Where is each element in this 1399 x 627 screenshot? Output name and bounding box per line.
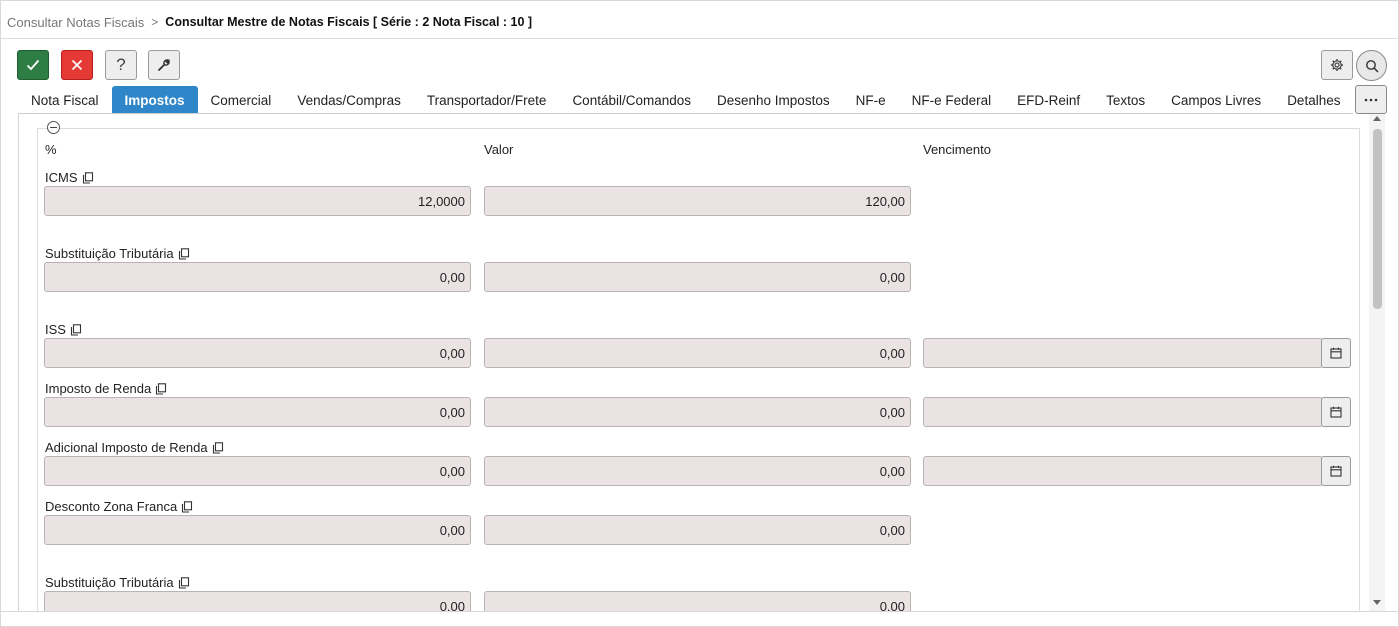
scroll-up-arrow-icon[interactable] (1373, 116, 1381, 121)
search-button[interactable] (1356, 50, 1387, 81)
ir-due-date-field[interactable] (923, 397, 1323, 427)
calendar-icon (1330, 347, 1342, 359)
air-due-date-field[interactable] (923, 456, 1323, 486)
settings-button[interactable] (1321, 50, 1353, 80)
column-header-valor: Valor (484, 142, 514, 157)
field-label-imposto-de-renda: Imposto de Renda (45, 381, 167, 396)
field-label-text: Imposto de Renda (45, 381, 152, 396)
calendar-icon (1330, 406, 1342, 418)
tab-efd-reinf[interactable]: EFD-Reinf (1004, 86, 1093, 114)
copy-icon[interactable] (181, 500, 193, 513)
calendar-icon (1330, 465, 1342, 477)
copy-icon[interactable] (82, 171, 94, 184)
dzf-value-field[interactable]: 0,00 (484, 515, 911, 545)
scroll-down-arrow-icon[interactable] (1373, 600, 1381, 605)
confirm-button[interactable] (17, 50, 49, 80)
search-icon (1365, 59, 1378, 72)
copy-icon[interactable] (70, 323, 82, 336)
field-label-text: Substituição Tributária (45, 575, 174, 590)
ir-value-field[interactable]: 0,00 (484, 397, 911, 427)
field-label-substituicao-tributaria-2: Substituição Tributária (45, 575, 190, 590)
tab-comercial[interactable]: Comercial (198, 86, 285, 114)
tab-textos[interactable]: Textos (1093, 86, 1158, 114)
impostos-panel: % Valor Vencimento ICMS 12,0000 120,00 S… (18, 114, 1369, 611)
tab-nfe-federal[interactable]: NF-e Federal (899, 86, 1005, 114)
st-value-field[interactable]: 0,00 (484, 262, 911, 292)
tools-button[interactable] (148, 50, 180, 80)
field-label-text: ISS (45, 322, 66, 337)
tab-contabil-comandos[interactable]: Contábil/Comandos (559, 86, 704, 114)
iss-value-field[interactable]: 0,00 (484, 338, 911, 368)
tab-campos-livres[interactable]: Campos Livres (1158, 86, 1274, 114)
field-label-text: Adicional Imposto de Renda (45, 440, 208, 455)
iss-calendar-button[interactable] (1321, 338, 1351, 368)
bottom-divider (1, 611, 1398, 612)
field-label-text: Desconto Zona Franca (45, 499, 178, 514)
tab-vendas-compras[interactable]: Vendas/Compras (284, 86, 414, 114)
field-label-adicional-imposto-de-renda: Adicional Imposto de Renda (45, 440, 224, 455)
tab-bar: Nota Fiscal Impostos Comercial Vendas/Co… (18, 86, 1353, 114)
check-icon (26, 59, 40, 71)
copy-icon[interactable] (212, 441, 224, 454)
copy-icon[interactable] (178, 576, 190, 589)
wrench-icon (158, 59, 170, 71)
breadcrumb-link-consultar-notas[interactable]: Consultar Notas Fiscais (7, 15, 144, 30)
tab-impostos[interactable]: Impostos (111, 86, 198, 114)
close-icon (71, 59, 83, 71)
window-frame: Consultar Notas Fiscais > Consultar Mest… (0, 0, 1399, 627)
tab-desenho-impostos[interactable]: Desenho Impostos (704, 86, 843, 114)
field-label-desconto-zona-franca: Desconto Zona Franca (45, 499, 193, 514)
st2-value-field[interactable]: 0,00 (484, 591, 911, 611)
tab-transportador-frete[interactable]: Transportador/Frete (414, 86, 560, 114)
scrollbar-thumb[interactable] (1373, 129, 1382, 309)
iss-due-date-field[interactable] (923, 338, 1323, 368)
column-header-vencimento: Vencimento (923, 142, 991, 157)
st-percent-field[interactable]: 0,00 (44, 262, 471, 292)
field-label-text: ICMS (45, 170, 78, 185)
more-tabs-button[interactable] (1355, 85, 1387, 114)
copy-icon[interactable] (155, 382, 167, 395)
dzf-percent-field[interactable]: 0,00 (44, 515, 471, 545)
air-value-field[interactable]: 0,00 (484, 456, 911, 486)
tab-nota-fiscal[interactable]: Nota Fiscal (18, 86, 112, 114)
ir-percent-field[interactable]: 0,00 (44, 397, 471, 427)
cancel-button[interactable] (61, 50, 93, 80)
ir-calendar-button[interactable] (1321, 397, 1351, 427)
collapse-icon[interactable] (47, 121, 60, 134)
breadcrumb: Consultar Notas Fiscais > Consultar Mest… (7, 14, 532, 30)
column-header-percent: % (45, 142, 57, 157)
air-percent-field[interactable]: 0,00 (44, 456, 471, 486)
field-label-text: Substituição Tributária (45, 246, 174, 261)
help-button[interactable]: ? (105, 50, 137, 80)
field-label-substituicao-tributaria: Substituição Tributária (45, 246, 190, 261)
air-calendar-button[interactable] (1321, 456, 1351, 486)
ellipsis-icon (1364, 98, 1378, 101)
st2-percent-field[interactable]: 0,00 (44, 591, 471, 611)
field-label-iss: ISS (45, 322, 82, 337)
tab-detalhes[interactable]: Detalhes (1274, 86, 1353, 114)
question-icon: ? (116, 55, 126, 74)
iss-percent-field[interactable]: 0,00 (44, 338, 471, 368)
copy-icon[interactable] (178, 247, 190, 260)
header-divider (1, 38, 1398, 39)
page-title: Consultar Mestre de Notas Fiscais [ Séri… (165, 15, 533, 29)
icms-value-field[interactable]: 120,00 (484, 186, 911, 216)
breadcrumb-separator: > (151, 15, 159, 29)
gear-icon (1331, 59, 1343, 71)
tab-nfe[interactable]: NF-e (843, 86, 899, 114)
field-label-icms: ICMS (45, 170, 94, 185)
icms-percent-field[interactable]: 12,0000 (44, 186, 471, 216)
